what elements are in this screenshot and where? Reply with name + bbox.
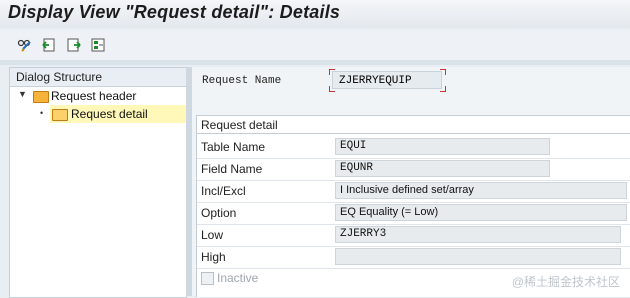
- open-folder-icon: [52, 109, 68, 121]
- field-label: Incl/Excl: [201, 184, 246, 198]
- option-field[interactable]: EQ Equality (= Low): [335, 204, 627, 221]
- field-row-field-name: Field Name EQUNR: [197, 158, 630, 181]
- tree-node-request-detail[interactable]: Request detail: [50, 105, 186, 123]
- separator: [0, 60, 630, 65]
- request-name-label: Request Name: [202, 75, 282, 87]
- key-marker-icon: [329, 69, 335, 75]
- field-row-high: High: [197, 246, 630, 269]
- field-name-field[interactable]: EQUNR: [335, 160, 550, 177]
- watermark: @稀土掘金技术社区: [511, 275, 620, 289]
- group-divider: [197, 133, 630, 134]
- group-title: Request detail: [201, 118, 278, 132]
- dialog-structure-tree: Dialog Structure ▼ Request header • Requ…: [9, 67, 187, 298]
- tree-header: Dialog Structure: [10, 68, 186, 87]
- low-field[interactable]: ZJERRY3: [335, 226, 621, 243]
- field-label: Low: [201, 228, 224, 242]
- folder-icon: [33, 91, 49, 103]
- request-detail-group: Request detail Table Name EQUI Field Nam…: [196, 115, 630, 297]
- previous-entry-icon[interactable]: [41, 37, 57, 53]
- tree-node-request-header[interactable]: Request header: [51, 87, 136, 105]
- table-name-field[interactable]: EQUI: [335, 138, 550, 155]
- high-field[interactable]: [335, 248, 621, 265]
- field-label: Field Name: [201, 162, 263, 176]
- expand-triangle-icon[interactable]: ▼: [18, 89, 27, 99]
- variant-icon[interactable]: [90, 37, 106, 53]
- window-title: Display View "Request detail": Details: [8, 2, 341, 22]
- details-panel: Request Name ZJERRYEQUIP Request detail …: [192, 67, 630, 297]
- request-name-field[interactable]: ZJERRYEQUIP: [332, 71, 442, 89]
- application-toolbar: [0, 30, 630, 60]
- field-label: Table Name: [201, 140, 266, 154]
- title-bar: Display View "Request detail": Details: [0, 0, 630, 28]
- tree-node-label: Request detail: [71, 107, 148, 121]
- key-row: Request Name ZJERRYEQUIP: [192, 67, 630, 95]
- next-entry-icon[interactable]: [66, 37, 82, 53]
- field-label: Option: [201, 206, 237, 220]
- field-row-table-name: Table Name EQUI: [197, 136, 630, 159]
- incl-excl-field[interactable]: I Inclusive defined set/array: [335, 182, 627, 199]
- key-marker-icon: [329, 86, 335, 92]
- inactive-label: Inactive: [217, 271, 259, 285]
- bullet-icon: •: [40, 108, 44, 118]
- glasses-edit-icon[interactable]: [17, 37, 33, 53]
- key-marker-icon: [440, 69, 446, 75]
- field-label: High: [201, 250, 226, 264]
- field-row-low: Low ZJERRY3: [197, 224, 630, 247]
- key-marker-icon: [440, 86, 446, 92]
- inactive-checkbox[interactable]: [201, 272, 214, 285]
- field-row-option: Option EQ Equality (= Low): [197, 202, 630, 225]
- field-row-incl-excl: Incl/Excl I Inclusive defined set/array: [197, 180, 630, 203]
